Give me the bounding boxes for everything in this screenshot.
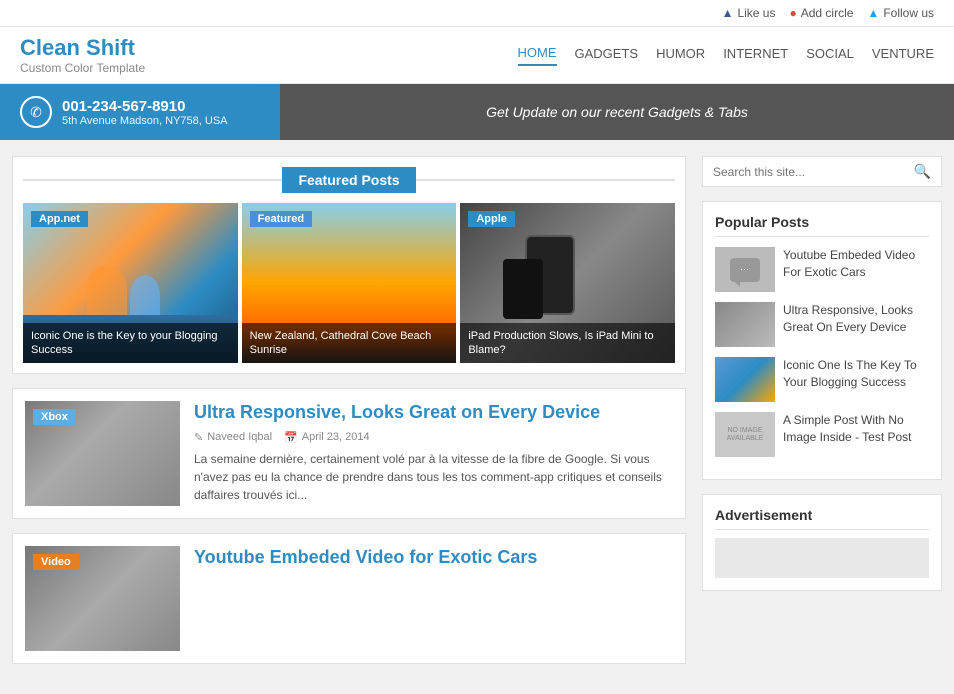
- site-title: Clean Shift: [20, 35, 145, 61]
- author-icon: ✎: [194, 431, 203, 444]
- follow-us-label: Follow us: [883, 6, 934, 20]
- featured-section: Featured Posts App.net Iconic One is the…: [12, 156, 686, 374]
- article-1: Xbox Ultra Responsive, Looks Great on Ev…: [12, 388, 686, 519]
- card-1-caption: Iconic One is the Key to your Blogging S…: [23, 323, 238, 364]
- nav-internet[interactable]: INTERNET: [723, 46, 788, 65]
- popular-title-1: Youtube Embeded Video For Exotic Cars: [783, 247, 929, 281]
- featured-card-2[interactable]: Featured New Zealand, Cathedral Cove Bea…: [242, 203, 457, 363]
- nav-social[interactable]: SOCIAL: [806, 46, 854, 65]
- article-1-date: 📅 April 23, 2014: [284, 431, 370, 444]
- add-circle-button[interactable]: ● Add circle: [789, 6, 853, 20]
- card-2-caption: New Zealand, Cathedral Cove Beach Sunris…: [242, 323, 457, 364]
- facebook-icon: ▲: [722, 6, 734, 20]
- main-container: Featured Posts App.net Iconic One is the…: [0, 140, 954, 694]
- article-2: Video Youtube Embeded Video for Exotic C…: [12, 533, 686, 664]
- featured-card-3[interactable]: Apple iPad Production Slows, Is iPad Min…: [460, 203, 675, 363]
- advertisement-widget: Advertisement: [702, 494, 942, 591]
- featured-line-right: [416, 179, 675, 181]
- phone-icon: ✆: [20, 96, 52, 128]
- logo[interactable]: Clean Shift Custom Color Template: [20, 35, 145, 75]
- popular-item-2[interactable]: Ultra Responsive, Looks Great On Every D…: [715, 302, 929, 347]
- nav-gadgets[interactable]: GADGETS: [575, 46, 639, 65]
- nav-home[interactable]: HOME: [518, 45, 557, 66]
- twitter-icon: ▲: [867, 6, 879, 20]
- popular-thumb-2: [715, 302, 775, 347]
- article-2-thumb: Video: [25, 546, 180, 651]
- search-input[interactable]: [713, 165, 914, 179]
- info-tagline: Get Update on our recent Gadgets & Tabs: [280, 84, 954, 140]
- tagline-text: Get Update on our recent Gadgets & Tabs: [486, 104, 748, 120]
- featured-grid: App.net Iconic One is the Key to your Bl…: [23, 203, 675, 363]
- card-2-badge: Featured: [250, 211, 312, 227]
- popular-item-4[interactable]: NO IMAGE AVAILABLE A Simple Post With No…: [715, 412, 929, 457]
- chat-bubble-icon: ⋯: [730, 258, 760, 282]
- article-2-title[interactable]: Youtube Embeded Video for Exotic Cars: [194, 546, 673, 569]
- popular-item-1[interactable]: ⋯ Youtube Embeded Video For Exotic Cars: [715, 247, 929, 292]
- popular-posts-title: Popular Posts: [715, 214, 929, 237]
- nav-venture[interactable]: VENTURE: [872, 46, 934, 65]
- article-1-title[interactable]: Ultra Responsive, Looks Great on Every D…: [194, 401, 673, 424]
- nav-humor[interactable]: HUMOR: [656, 46, 705, 65]
- site-header: Clean Shift Custom Color Template HOME G…: [0, 27, 954, 84]
- popular-title-4: A Simple Post With No Image Inside - Tes…: [783, 412, 929, 446]
- like-us-button[interactable]: ▲ Like us: [722, 6, 776, 20]
- like-us-label: Like us: [737, 6, 775, 20]
- featured-title: Featured Posts: [282, 167, 415, 193]
- article-1-author: ✎ Naveed Iqbal: [194, 431, 272, 444]
- sidebar: 🔍 Popular Posts ⋯ Youtube Embeded Video …: [702, 156, 942, 678]
- card-3-badge: Apple: [468, 211, 515, 227]
- popular-item-3[interactable]: Iconic One Is The Key To Your Blogging S…: [715, 357, 929, 402]
- top-bar: ▲ Like us ● Add circle ▲ Follow us: [0, 0, 954, 27]
- ad-placeholder: [715, 538, 929, 578]
- main-nav: HOME GADGETS HUMOR INTERNET SOCIAL VENTU…: [518, 45, 935, 66]
- featured-line-left: [23, 179, 282, 181]
- article-1-meta: ✎ Naveed Iqbal 📅 April 23, 2014: [194, 431, 673, 444]
- googleplus-icon: ●: [789, 6, 796, 20]
- search-box[interactable]: 🔍: [702, 156, 942, 187]
- add-circle-label: Add circle: [801, 6, 854, 20]
- calendar-icon: 📅: [284, 431, 298, 444]
- popular-thumb-4: NO IMAGE AVAILABLE: [715, 412, 775, 457]
- card-1-badge: App.net: [31, 211, 88, 227]
- article-1-thumb: Xbox: [25, 401, 180, 506]
- featured-header: Featured Posts: [23, 167, 675, 193]
- popular-thumb-1: ⋯: [715, 247, 775, 292]
- article-1-content: Ultra Responsive, Looks Great on Every D…: [194, 401, 673, 506]
- article-2-badge: Video: [33, 554, 79, 570]
- advertisement-title: Advertisement: [715, 507, 929, 530]
- article-1-badge: Xbox: [33, 409, 76, 425]
- info-bar: ✆ 001-234-567-8910 5th Avenue Madson, NY…: [0, 84, 954, 140]
- popular-thumb-3: [715, 357, 775, 402]
- popular-title-3: Iconic One Is The Key To Your Blogging S…: [783, 357, 929, 391]
- phone-number: 001-234-567-8910: [62, 98, 228, 115]
- featured-card-1[interactable]: App.net Iconic One is the Key to your Bl…: [23, 203, 238, 363]
- contact-info: ✆ 001-234-567-8910 5th Avenue Madson, NY…: [0, 84, 280, 140]
- popular-title-2: Ultra Responsive, Looks Great On Every D…: [783, 302, 929, 336]
- popular-posts-widget: Popular Posts ⋯ Youtube Embeded Video Fo…: [702, 201, 942, 480]
- article-2-content: Youtube Embeded Video for Exotic Cars: [194, 546, 673, 651]
- article-1-excerpt: La semaine dernière, certainement volé p…: [194, 450, 673, 504]
- site-subtitle: Custom Color Template: [20, 61, 145, 75]
- no-image-placeholder: NO IMAGE AVAILABLE: [715, 412, 775, 457]
- search-icon: 🔍: [914, 163, 931, 180]
- card-3-caption: iPad Production Slows, Is iPad Mini to B…: [460, 323, 675, 364]
- address: 5th Avenue Madson, NY758, USA: [62, 115, 228, 127]
- follow-us-button[interactable]: ▲ Follow us: [867, 6, 934, 20]
- content-column: Featured Posts App.net Iconic One is the…: [12, 156, 686, 678]
